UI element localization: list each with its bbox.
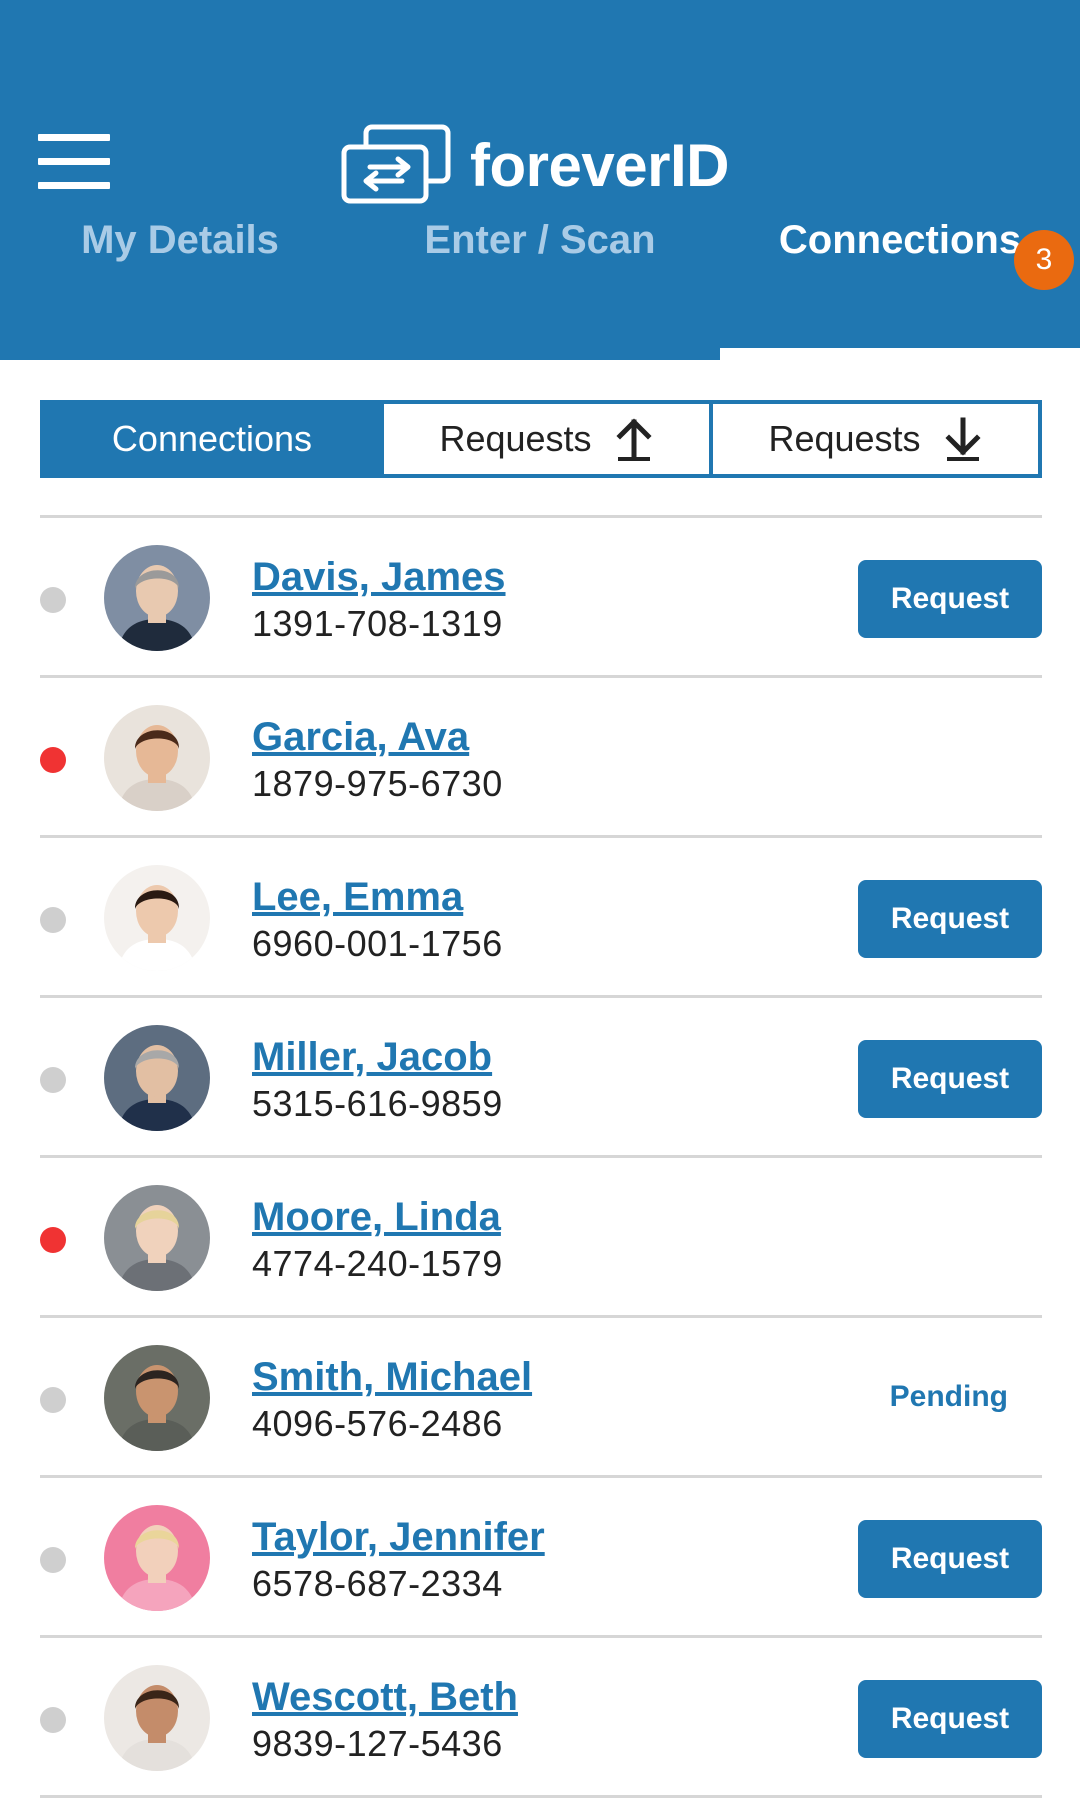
contact-name-link[interactable]: Moore, Linda <box>252 1195 501 1240</box>
contact-row[interactable]: Wescott, Beth 9839-127-5436 Request <box>40 1638 1042 1798</box>
segment-label: Requests <box>768 418 921 459</box>
segment-requests-sent[interactable]: Requests <box>380 404 709 474</box>
tab-label: Connections <box>778 217 1022 262</box>
avatar <box>104 865 210 971</box>
transfer-arrows-icon <box>341 124 451 204</box>
contact-phone: 1391-708-1319 <box>252 603 503 644</box>
tab-connections[interactable]: Connections 3 <box>720 218 1080 360</box>
contact-phone: 1879-975-6730 <box>252 763 503 804</box>
contact-row[interactable]: Taylor, Jennifer 6578-687-2334 Request <box>40 1478 1042 1638</box>
avatar <box>104 1505 210 1611</box>
status-dot <box>40 1227 66 1253</box>
contact-phone: 5315-616-9859 <box>252 1083 503 1124</box>
status-dot <box>40 587 66 613</box>
contact-phone: 6960-001-1756 <box>252 923 503 964</box>
pending-status: Pending <box>889 1380 1008 1413</box>
avatar <box>104 1185 210 1291</box>
contact-name-link[interactable]: Taylor, Jennifer <box>252 1515 545 1560</box>
upload-arrow-icon <box>616 418 652 461</box>
status-dot <box>40 747 66 773</box>
request-button[interactable]: Request <box>858 880 1042 958</box>
segment-connections[interactable]: Connections <box>44 404 380 474</box>
status-dot <box>40 1387 66 1413</box>
contact-row[interactable]: Davis, James 1391-708-1319 Request <box>40 518 1042 678</box>
notification-badge: 3 <box>1014 230 1074 290</box>
contact-row[interactable]: Garcia, Ava 1879-975-6730 <box>40 678 1042 838</box>
request-button[interactable]: Request <box>858 1680 1042 1758</box>
segment-label: Connections <box>111 418 313 459</box>
contact-phone: 6578-687-2334 <box>252 1563 503 1604</box>
contact-name-link[interactable]: Smith, Michael <box>252 1355 532 1400</box>
contact-name-link[interactable]: Lee, Emma <box>252 875 463 920</box>
contact-phone: 9839-127-5436 <box>252 1723 503 1764</box>
brand-logo: foreverID <box>340 115 729 215</box>
avatar <box>104 1665 210 1771</box>
avatar <box>104 705 210 811</box>
contact-row[interactable]: Miller, Jacob 5315-616-9859 Request <box>40 998 1042 1158</box>
app-header: foreverID My Details Enter / Scan Connec… <box>0 0 1080 360</box>
status-dot <box>40 907 66 933</box>
request-button[interactable]: Request <box>858 1040 1042 1118</box>
segment-requests-received[interactable]: Requests <box>709 404 1038 474</box>
contact-name-link[interactable]: Wescott, Beth <box>252 1675 518 1720</box>
contact-row[interactable]: Moore, Linda 4774-240-1579 <box>40 1158 1042 1318</box>
download-arrow-icon <box>945 417 981 461</box>
avatar <box>104 1345 210 1451</box>
status-dot <box>40 1067 66 1093</box>
contact-row[interactable]: Smith, Michael 4096-576-2486 Pending <box>40 1318 1042 1478</box>
segment-control: Connections Requests Requests <box>40 400 1042 478</box>
contact-name-link[interactable]: Miller, Jacob <box>252 1035 492 1080</box>
status-dot <box>40 1707 66 1733</box>
request-button[interactable]: Request <box>858 560 1042 638</box>
avatar <box>104 1025 210 1131</box>
contact-phone: 4096-576-2486 <box>252 1403 503 1444</box>
brand-name: foreverID <box>470 131 729 199</box>
request-button[interactable]: Request <box>858 1520 1042 1598</box>
contact-row[interactable]: Lee, Emma 6960-001-1756 Request <box>40 838 1042 998</box>
tab-label: My Details <box>81 217 279 262</box>
hamburger-menu-icon[interactable] <box>38 134 110 190</box>
avatar <box>104 545 210 651</box>
tab-label: Enter / Scan <box>424 217 656 262</box>
segment-label: Requests <box>439 418 592 459</box>
connections-list: Davis, James 1391-708-1319 Request Garcia, … <box>40 515 1042 1798</box>
contact-name-link[interactable]: Davis, James <box>252 555 506 600</box>
contact-phone: 4774-240-1579 <box>252 1243 503 1284</box>
contact-name-link[interactable]: Garcia, Ava <box>252 715 469 760</box>
status-dot <box>40 1547 66 1573</box>
tab-my-details[interactable]: My Details <box>0 218 360 360</box>
tab-enter-scan[interactable]: Enter / Scan <box>360 218 720 360</box>
main-tabs: My Details Enter / Scan Connections 3 <box>0 218 1080 360</box>
